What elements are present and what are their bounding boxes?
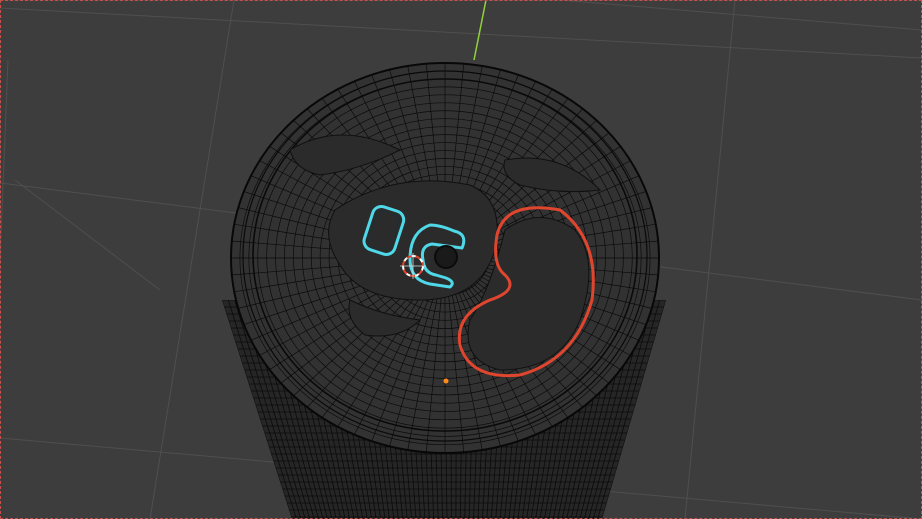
3d-viewport[interactable] xyxy=(0,0,922,519)
rivet xyxy=(434,245,458,269)
y-axis-line xyxy=(473,0,487,61)
object-origin-icon[interactable] xyxy=(443,378,449,384)
viewport-scene[interactable] xyxy=(0,0,922,519)
